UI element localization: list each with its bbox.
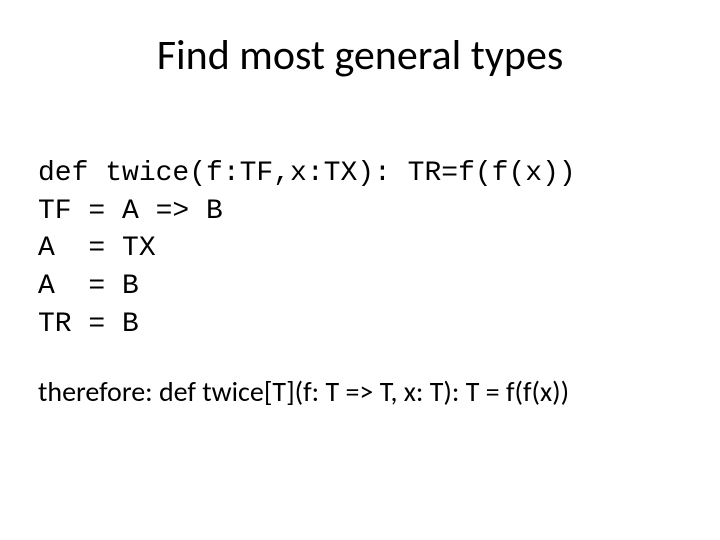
code-line: TR = B (38, 309, 139, 340)
code-block: def twice(f:TF,x:TX): TR=f(f(x)) TF = A … (38, 117, 682, 344)
code-line: def twice(f:TF,x:TX): TR=f(f(x)) (38, 158, 576, 189)
slide-title: Find most general types (38, 30, 682, 81)
code-line: A = TX (38, 233, 156, 264)
code-line: TF = A => B (38, 196, 223, 227)
conclusion-text: therefore: def twice[T](f: T => T, x: T)… (38, 374, 682, 410)
code-line: A = B (38, 271, 139, 302)
